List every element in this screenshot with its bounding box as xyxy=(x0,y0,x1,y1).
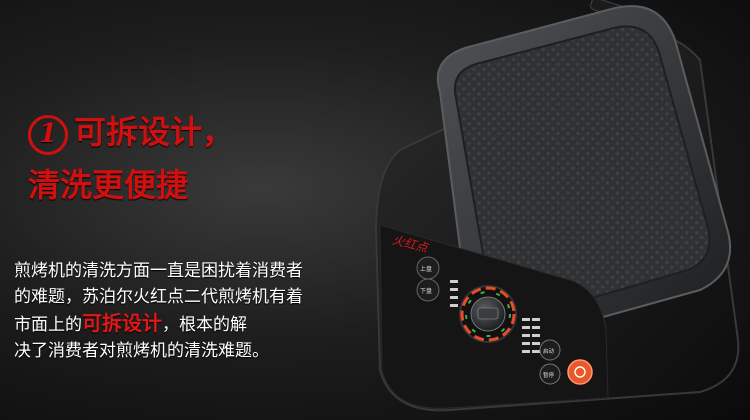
description-highlight: 可拆设计 xyxy=(82,311,162,335)
description-line-3-after: ，根本的解 xyxy=(162,315,247,335)
description-line-3-before: 市面上的 xyxy=(14,315,82,335)
svg-text:暂停: 暂停 xyxy=(543,371,555,379)
description-line-3: 市面上的可拆设计，根本的解 xyxy=(14,310,344,338)
description-line-1: 煎烤机的清洗方面一直是困扰着消费者 xyxy=(14,261,303,281)
number-badge: 1 xyxy=(28,114,68,155)
svg-text:下盘: 下盘 xyxy=(420,287,432,295)
headline: 1 可拆设计， 清洗更便捷 xyxy=(28,110,358,207)
description-line-4: 决了消费者对煎烤机的清洗难题。 xyxy=(14,341,269,361)
svg-text:启动: 启动 xyxy=(543,347,555,355)
description: 煎烤机的清洗方面一直是困扰着消费者 的难题，苏泊尔火红点二代煎烤机有着 市面上的… xyxy=(14,258,344,364)
headline-row-1: 1 可拆设计， xyxy=(28,110,358,155)
description-line-2: 的难题，苏泊尔火红点二代煎烤机有着 xyxy=(14,287,303,307)
power-button xyxy=(567,359,593,385)
svg-text:上盘: 上盘 xyxy=(420,265,432,273)
headline-line-1: 可拆设计， xyxy=(74,113,235,151)
headline-line-2: 清洗更便捷 xyxy=(28,165,189,204)
grill-product-image: 火红点 上盘 下盘 启动 暂停 xyxy=(374,0,740,412)
